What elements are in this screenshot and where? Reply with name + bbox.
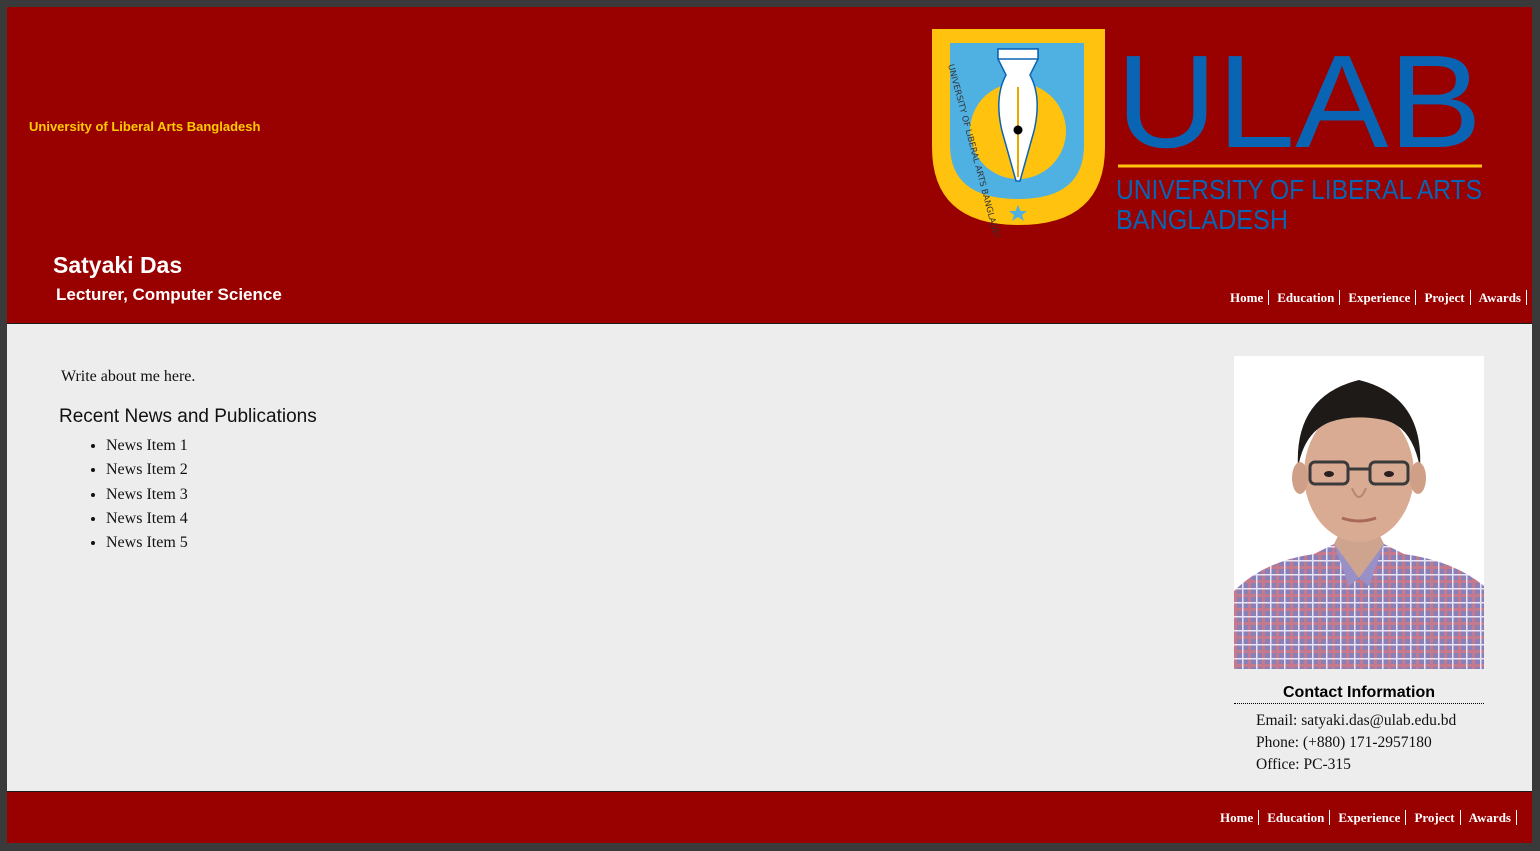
news-list: News Item 1 News Item 2 News Item 3 News… xyxy=(66,434,188,555)
person-title: Lecturer, Computer Science xyxy=(56,285,282,304)
contact-phone: Phone: (+880) 171-2957180 xyxy=(1256,734,1432,751)
news-heading: Recent News and Publications xyxy=(59,406,317,427)
ulab-logo: UNIVERSITY OF LIBERAL ARTS BANGLADESH UL… xyxy=(932,28,1482,237)
logo-subtitle-line1: UNIVERSITY OF LIBERAL ARTS xyxy=(1116,174,1482,205)
profile-photo xyxy=(1234,356,1484,669)
news-item: News Item 5 xyxy=(106,531,188,555)
footer-nav-awards-link[interactable]: Awards xyxy=(1461,810,1517,825)
logo-subtitle-line2: BANGLADESH xyxy=(1116,204,1288,235)
site-header: University of Liberal Arts Bangladesh UN… xyxy=(7,7,1532,324)
footer-nav: Home Education Experience Project Awards xyxy=(1220,810,1517,825)
news-item: News Item 4 xyxy=(106,507,188,531)
news-item: News Item 2 xyxy=(106,458,188,482)
contact-email: Email: satyaki.das@ulab.edu.bd xyxy=(1256,712,1457,729)
contact-office: Office: PC-315 xyxy=(1256,756,1351,773)
university-name: University of Liberal Arts Bangladesh xyxy=(29,119,261,134)
nav-awards-link[interactable]: Awards xyxy=(1471,290,1527,305)
nav-experience-link[interactable]: Experience xyxy=(1340,290,1417,305)
footer-nav-experience-link[interactable]: Experience xyxy=(1330,810,1407,825)
footer-nav-home-link[interactable]: Home xyxy=(1220,810,1260,825)
about-text: Write about me here. xyxy=(61,368,196,385)
top-nav: Home Education Experience Project Awards xyxy=(1230,290,1527,305)
news-item: News Item 1 xyxy=(106,434,188,458)
logo-wordmark: ULAB xyxy=(1116,28,1482,175)
main-content: Write about me here. Recent News and Pub… xyxy=(7,324,1532,791)
footer-nav-project-link[interactable]: Project xyxy=(1406,810,1461,825)
footer-nav-education-link[interactable]: Education xyxy=(1259,810,1331,825)
nav-home-link[interactable]: Home xyxy=(1230,290,1270,305)
nav-education-link[interactable]: Education xyxy=(1269,290,1341,305)
ulab-crest-icon: UNIVERSITY OF LIBERAL ARTS BANGLADESH xyxy=(932,29,1105,237)
nav-project-link[interactable]: Project xyxy=(1416,290,1471,305)
person-name: Satyaki Das xyxy=(53,252,183,278)
news-item: News Item 3 xyxy=(106,483,188,507)
contact-heading: Contact Information xyxy=(1234,684,1484,704)
contact-details: Email: satyaki.das@ulab.edu.bd Phone: (+… xyxy=(1256,710,1456,776)
page-frame: University of Liberal Arts Bangladesh UN… xyxy=(7,7,1532,843)
